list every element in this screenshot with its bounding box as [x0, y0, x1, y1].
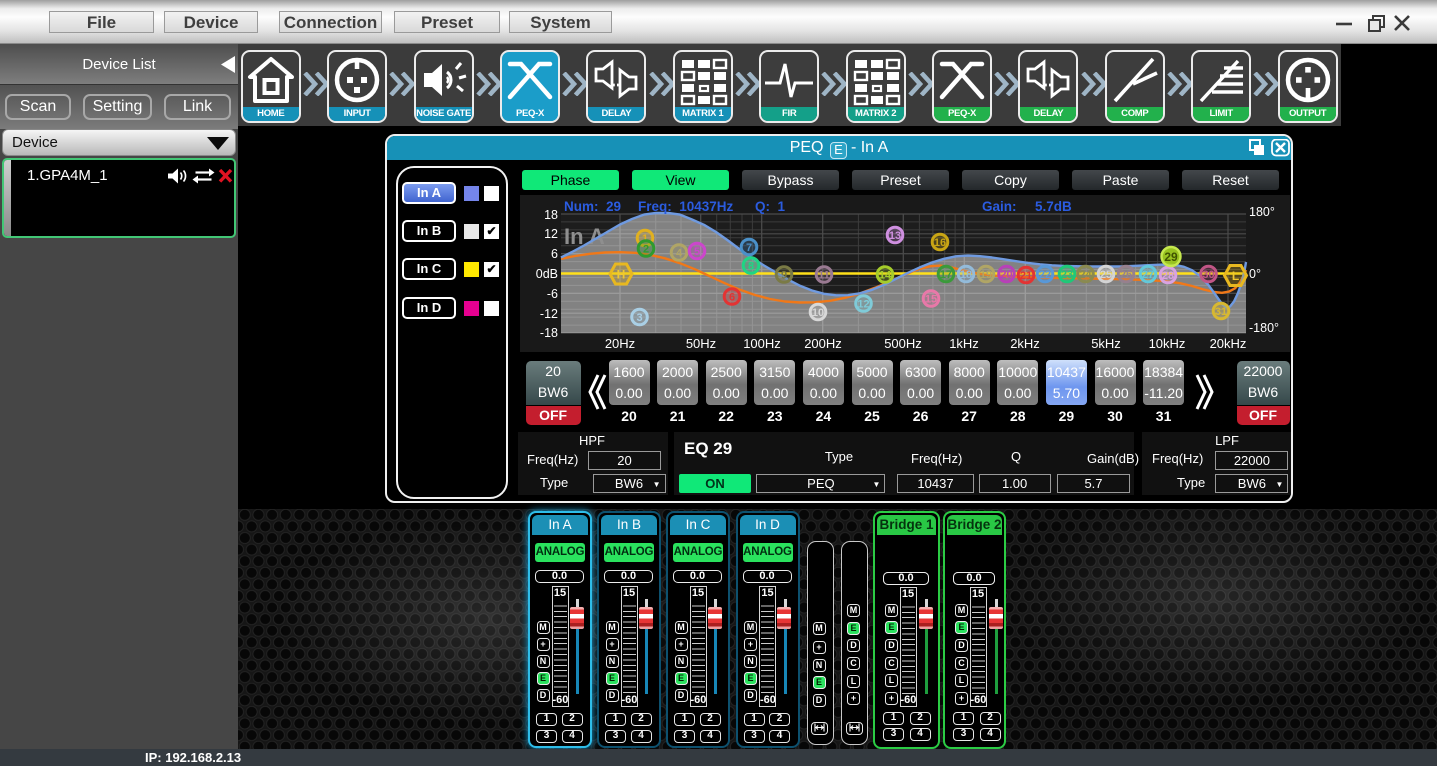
svg-text:31: 31 — [1215, 306, 1227, 318]
svg-text:10kHz: 10kHz — [1149, 336, 1186, 351]
svg-text:6: 6 — [729, 292, 735, 304]
svg-text:200Hz: 200Hz — [804, 336, 842, 351]
svg-text:21: 21 — [1020, 270, 1032, 282]
svg-text:-18: -18 — [540, 326, 558, 340]
svg-text:26: 26 — [1120, 269, 1132, 281]
svg-text:25: 25 — [1100, 269, 1112, 281]
svg-text:0°: 0° — [1249, 267, 1261, 281]
svg-text:20: 20 — [1000, 269, 1012, 281]
svg-text:4: 4 — [676, 248, 683, 260]
svg-text:3: 3 — [636, 312, 642, 324]
svg-text:19: 19 — [980, 269, 992, 281]
svg-text:14: 14 — [879, 270, 892, 282]
svg-text:7: 7 — [746, 242, 752, 254]
svg-text:180°: 180° — [1249, 205, 1275, 219]
svg-text:18: 18 — [960, 269, 972, 281]
svg-text:10: 10 — [812, 307, 824, 319]
svg-text:15: 15 — [925, 294, 937, 306]
svg-text:30: 30 — [1202, 269, 1214, 281]
svg-text:23: 23 — [1061, 269, 1073, 281]
svg-text:-12: -12 — [540, 307, 558, 321]
svg-text:20Hz: 20Hz — [605, 336, 635, 351]
svg-text:11: 11 — [818, 270, 830, 282]
svg-text:28: 28 — [1162, 270, 1174, 282]
svg-text:17: 17 — [940, 269, 952, 281]
svg-text:27: 27 — [1142, 269, 1154, 281]
svg-text:H: H — [617, 268, 626, 282]
svg-text:13: 13 — [889, 230, 901, 242]
svg-text:20kHz: 20kHz — [1210, 336, 1247, 351]
svg-text:500Hz: 500Hz — [884, 336, 922, 351]
svg-text:16: 16 — [934, 237, 946, 249]
svg-text:1kHz: 1kHz — [949, 336, 979, 351]
svg-text:2kHz: 2kHz — [1010, 336, 1040, 351]
svg-text:100Hz: 100Hz — [743, 336, 781, 351]
svg-text:-180°: -180° — [1249, 321, 1279, 335]
svg-text:22: 22 — [1039, 269, 1051, 281]
svg-text:5: 5 — [694, 246, 700, 258]
svg-text:-6: -6 — [547, 287, 558, 301]
svg-text:12: 12 — [544, 227, 558, 241]
svg-text:0dB: 0dB — [536, 267, 558, 281]
svg-text:8: 8 — [748, 261, 754, 273]
svg-text:12: 12 — [857, 299, 869, 311]
svg-text:5kHz: 5kHz — [1091, 336, 1121, 351]
svg-text:18: 18 — [544, 208, 558, 222]
svg-text:50Hz: 50Hz — [686, 336, 716, 351]
svg-text:L: L — [1232, 269, 1239, 283]
svg-text:24: 24 — [1079, 269, 1092, 281]
svg-text:6: 6 — [551, 247, 558, 261]
svg-text:29: 29 — [1164, 250, 1178, 264]
svg-text:9: 9 — [781, 270, 787, 282]
svg-text:2: 2 — [643, 244, 649, 256]
